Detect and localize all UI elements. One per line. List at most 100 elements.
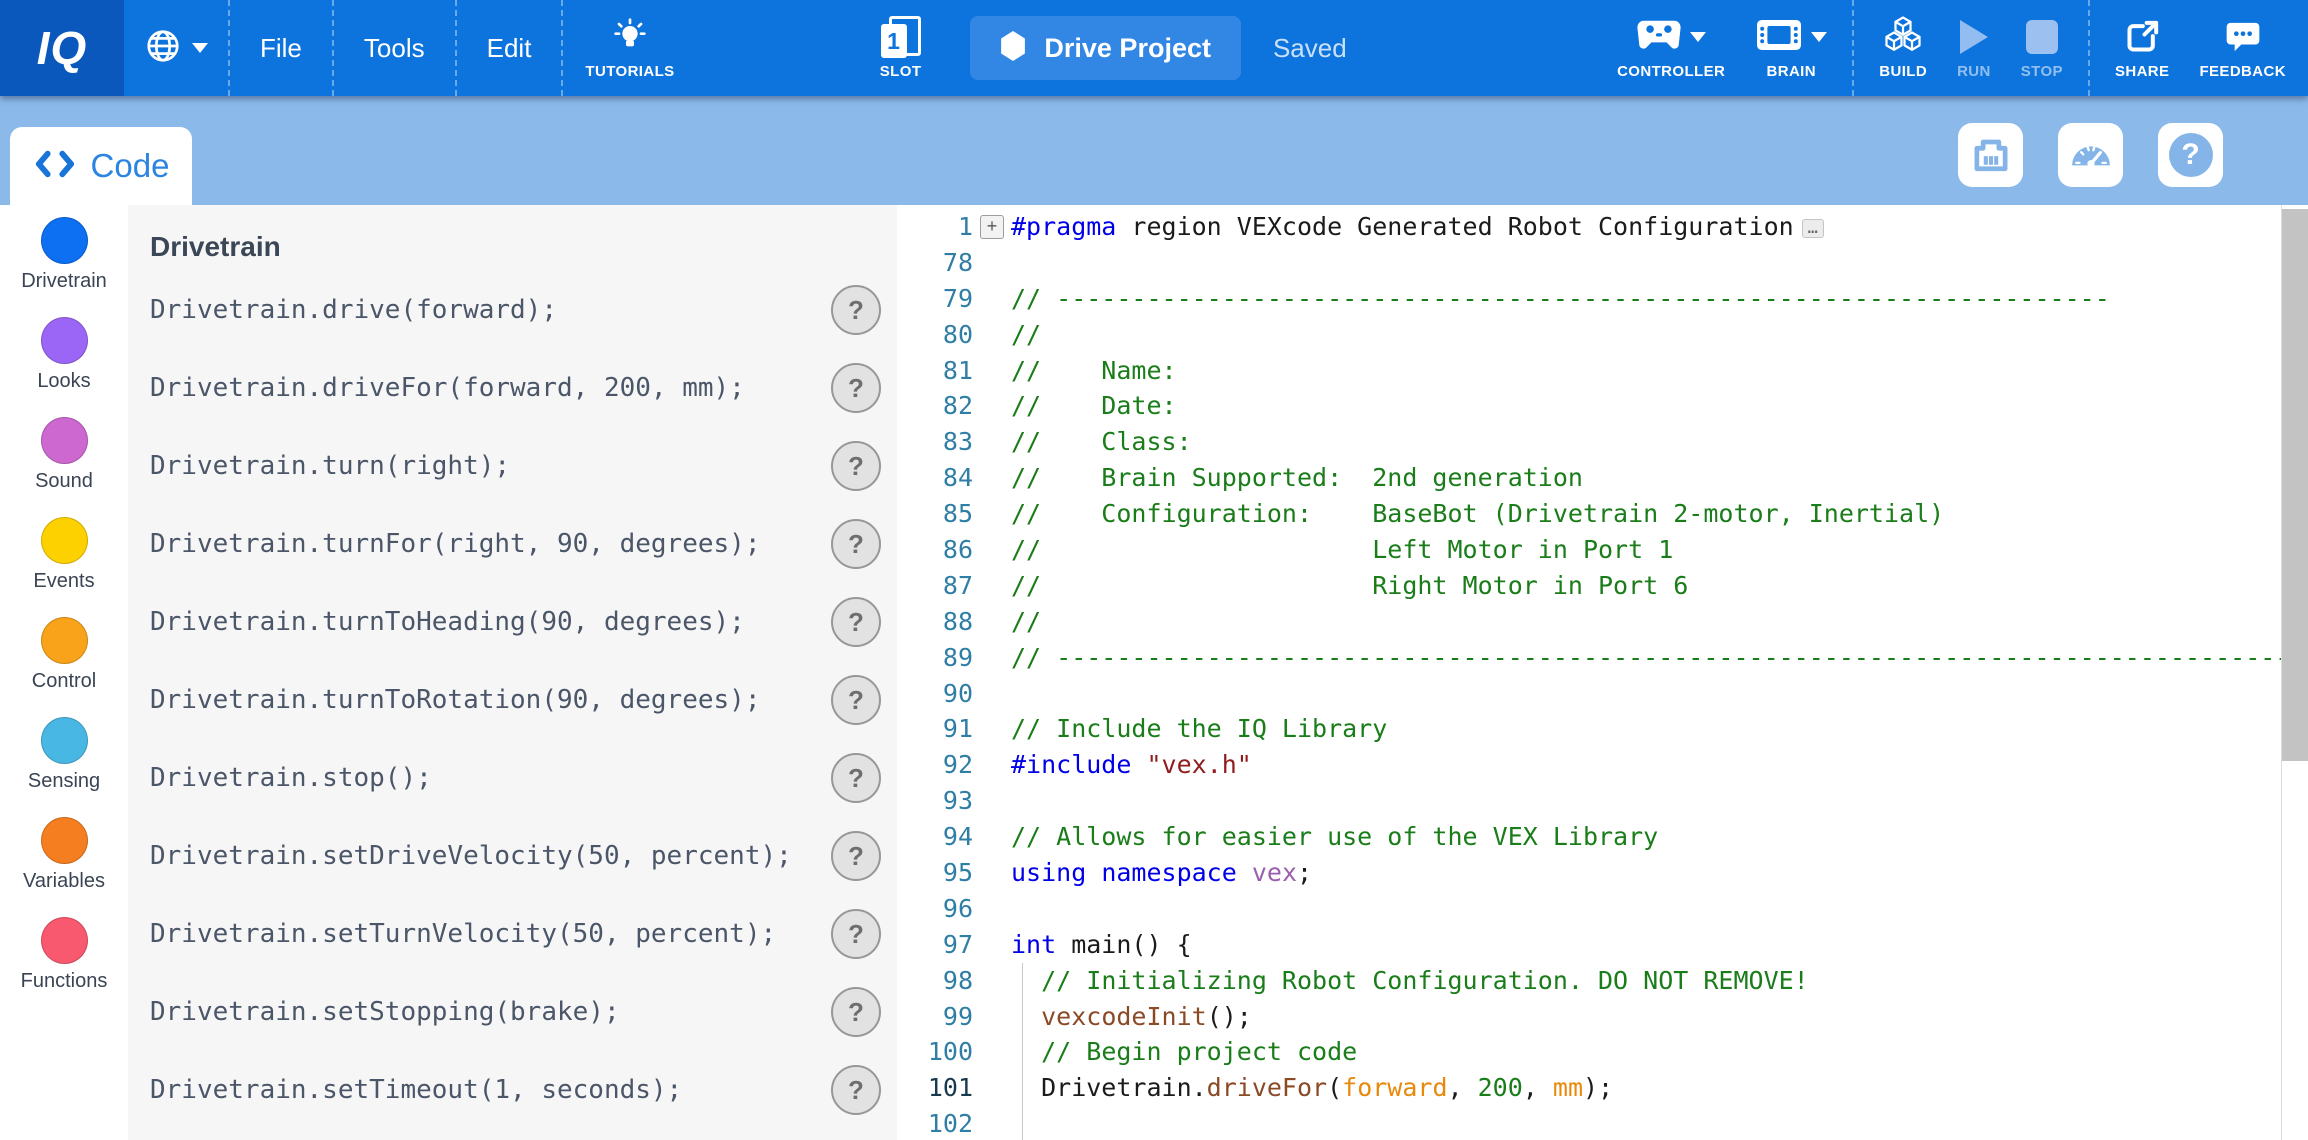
- code-text[interactable]: // Brain Supported: 2nd generation: [1011, 460, 2308, 496]
- command-help-button[interactable]: ?: [831, 987, 881, 1037]
- command-text[interactable]: Drivetrain.stop();: [150, 763, 831, 793]
- code-text[interactable]: //: [1011, 317, 2308, 353]
- command-help-button[interactable]: ?: [831, 753, 881, 803]
- command-item[interactable]: Drivetrain.setDriveVelocity(50, percent)…: [128, 817, 897, 895]
- menu-file[interactable]: File: [230, 0, 332, 96]
- command-item[interactable]: Drivetrain.setTimeout(1, seconds);?: [128, 1051, 897, 1129]
- command-text[interactable]: Drivetrain.turn(right);: [150, 451, 831, 481]
- code-text[interactable]: // Begin project code: [1011, 1034, 2308, 1070]
- folded-code-ellipsis[interactable]: …: [1802, 219, 1824, 238]
- fold-expand-icon[interactable]: +: [980, 215, 1004, 239]
- code-text[interactable]: [1011, 245, 2308, 281]
- code-text[interactable]: vexcodeInit();: [1011, 999, 2308, 1035]
- language-menu[interactable]: [124, 0, 228, 96]
- command-help-button[interactable]: ?: [831, 1065, 881, 1115]
- command-text[interactable]: Drivetrain.setTimeout(1, seconds);: [150, 1075, 831, 1105]
- command-item[interactable]: Drivetrain.turnToRotation(90, degrees);?: [128, 661, 897, 739]
- command-help-button[interactable]: ?: [831, 597, 881, 647]
- command-help-button[interactable]: ?: [831, 441, 881, 491]
- sidebar-item-events[interactable]: Events: [0, 517, 128, 617]
- code-text[interactable]: // Name:: [1011, 353, 2308, 389]
- code-line[interactable]: 81// Name:: [897, 353, 2308, 389]
- command-item[interactable]: Drivetrain.drive(forward);?: [128, 271, 897, 349]
- command-item[interactable]: Drivetrain.turn(right);?: [128, 427, 897, 505]
- category-color-dot[interactable]: [41, 617, 88, 664]
- slot-selector[interactable]: 1 SLOT: [865, 0, 937, 96]
- code-text[interactable]: [1011, 1106, 2308, 1140]
- code-text[interactable]: // Configuration: BaseBot (Drivetrain 2-…: [1011, 496, 2308, 532]
- sidebar-item-sensing[interactable]: Sensing: [0, 717, 128, 817]
- tab-code[interactable]: Code: [10, 127, 192, 205]
- category-color-dot[interactable]: [41, 917, 88, 964]
- code-editor[interactable]: 1+#pragma region VEXcode Generated Robot…: [897, 205, 2308, 1140]
- category-color-dot[interactable]: [41, 417, 88, 464]
- code-text[interactable]: Drivetrain.driveFor(forward, 200, mm);: [1011, 1070, 2308, 1106]
- command-item[interactable]: Drivetrain.turnToHeading(90, degrees);?: [128, 583, 897, 661]
- controller-button[interactable]: CONTROLLER: [1602, 0, 1740, 96]
- code-text[interactable]: // -------------------------------------…: [1011, 281, 2308, 317]
- code-text[interactable]: int main() {: [1011, 927, 2308, 963]
- command-text[interactable]: Drivetrain.setDriveVelocity(50, percent)…: [150, 841, 831, 871]
- command-help-button[interactable]: ?: [831, 831, 881, 881]
- sidebar-item-looks[interactable]: Looks: [0, 317, 128, 417]
- command-text[interactable]: Drivetrain.setTurnVelocity(50, percent);: [150, 919, 831, 949]
- code-line[interactable]: 93: [897, 783, 2308, 819]
- menu-tools[interactable]: Tools: [334, 0, 455, 96]
- code-line[interactable]: 98 // Initializing Robot Configuration. …: [897, 963, 2308, 999]
- code-text[interactable]: [1011, 783, 2308, 819]
- command-item[interactable]: Drivetrain.driveFor(forward, 200, mm);?: [128, 349, 897, 427]
- code-text[interactable]: // Allows for easier use of the VEX Libr…: [1011, 819, 2308, 855]
- category-color-dot[interactable]: [41, 217, 88, 264]
- code-text[interactable]: [1011, 891, 2308, 927]
- code-line[interactable]: 99 vexcodeInit();: [897, 999, 2308, 1035]
- code-text[interactable]: // Left Motor in Port 1: [1011, 532, 2308, 568]
- command-text[interactable]: Drivetrain.turnToHeading(90, degrees);: [150, 607, 831, 637]
- command-help-button[interactable]: ?: [831, 909, 881, 959]
- code-line[interactable]: 102: [897, 1106, 2308, 1140]
- run-button[interactable]: RUN: [1942, 0, 2006, 96]
- code-text[interactable]: [1011, 676, 2308, 712]
- share-button[interactable]: SHARE: [2100, 0, 2185, 96]
- stop-button[interactable]: STOP: [2006, 0, 2078, 96]
- command-help-button[interactable]: ?: [831, 519, 881, 569]
- code-line[interactable]: 79// -----------------------------------…: [897, 281, 2308, 317]
- code-line[interactable]: 89// -----------------------------------…: [897, 640, 2308, 676]
- code-line[interactable]: 87// Right Motor in Port 6: [897, 568, 2308, 604]
- code-line[interactable]: 86// Left Motor in Port 1: [897, 532, 2308, 568]
- code-line[interactable]: 94// Allows for easier use of the VEX Li…: [897, 819, 2308, 855]
- sidebar-item-control[interactable]: Control: [0, 617, 128, 717]
- sidebar-item-variables[interactable]: Variables: [0, 817, 128, 917]
- code-line[interactable]: 1+#pragma region VEXcode Generated Robot…: [897, 209, 2308, 245]
- code-line[interactable]: 84// Brain Supported: 2nd generation: [897, 460, 2308, 496]
- category-color-dot[interactable]: [41, 717, 88, 764]
- command-text[interactable]: Drivetrain.driveFor(forward, 200, mm);: [150, 373, 831, 403]
- sidebar-item-sound[interactable]: Sound: [0, 417, 128, 517]
- code-line[interactable]: 90: [897, 676, 2308, 712]
- code-line[interactable]: 80//: [897, 317, 2308, 353]
- editor-scrollbar[interactable]: [2281, 205, 2308, 1140]
- sidebar-item-drivetrain[interactable]: Drivetrain: [0, 217, 128, 317]
- command-text[interactable]: Drivetrain.drive(forward);: [150, 295, 831, 325]
- command-item[interactable]: Drivetrain.setTurnVelocity(50, percent);…: [128, 895, 897, 973]
- tutorials-button[interactable]: TUTORIALS: [563, 0, 696, 96]
- code-line[interactable]: 96: [897, 891, 2308, 927]
- code-line[interactable]: 85// Configuration: BaseBot (Drivetrain …: [897, 496, 2308, 532]
- build-button[interactable]: BUILD: [1864, 0, 1942, 96]
- command-item[interactable]: Drivetrain.stop();?: [128, 739, 897, 817]
- code-text[interactable]: #include "vex.h": [1011, 747, 2308, 783]
- code-text[interactable]: // Include the IQ Library: [1011, 711, 2308, 747]
- command-item[interactable]: Drivetrain.turnFor(right, 90, degrees);?: [128, 505, 897, 583]
- help-button[interactable]: ?: [2158, 123, 2223, 187]
- project-name-button[interactable]: Drive Project: [970, 16, 1241, 80]
- code-line[interactable]: 91// Include the IQ Library: [897, 711, 2308, 747]
- code-text[interactable]: #pragma region VEXcode Generated Robot C…: [1011, 209, 2308, 245]
- code-text[interactable]: using namespace vex;: [1011, 855, 2308, 891]
- category-color-dot[interactable]: [41, 517, 88, 564]
- code-text[interactable]: //: [1011, 604, 2308, 640]
- category-color-dot[interactable]: [41, 317, 88, 364]
- dashboard-button[interactable]: [2058, 123, 2123, 187]
- command-help-button[interactable]: ?: [831, 675, 881, 725]
- code-line[interactable]: 97int main() {: [897, 927, 2308, 963]
- command-help-button[interactable]: ?: [831, 363, 881, 413]
- command-text[interactable]: Drivetrain.turnFor(right, 90, degrees);: [150, 529, 831, 559]
